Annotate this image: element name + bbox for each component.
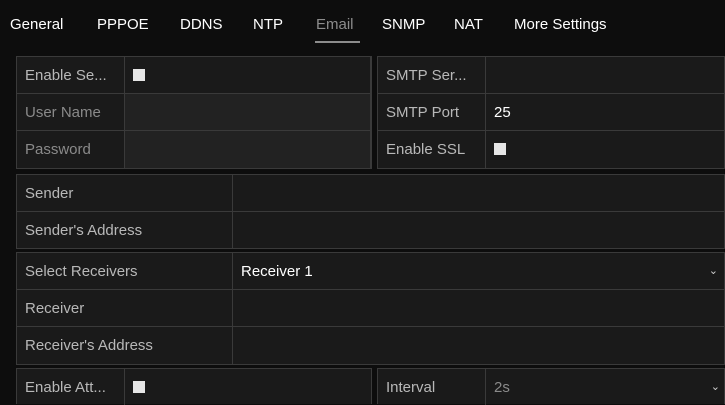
- tab-ddns[interactable]: DDNS: [180, 16, 223, 33]
- select-receivers-dropdown[interactable]: Receiver 1 ⌄: [233, 253, 724, 290]
- password-field[interactable]: [125, 131, 371, 168]
- sender-field[interactable]: [233, 175, 724, 212]
- tab-bar: General PPPOE DDNS NTP Email SNMP NAT Mo…: [0, 0, 725, 46]
- tab-general[interactable]: General: [10, 16, 63, 33]
- tab-snmp[interactable]: SNMP: [382, 16, 425, 33]
- enable-server-label: Enable Se...: [17, 57, 125, 94]
- receiver-field[interactable]: [233, 290, 724, 327]
- password-label: Password: [17, 131, 125, 168]
- enable-server-checkbox[interactable]: [133, 68, 145, 81]
- receiver-address-label: Receiver's Address: [17, 327, 233, 364]
- receiver-address-field[interactable]: [233, 327, 724, 364]
- smtp-port-field[interactable]: 25: [486, 94, 725, 131]
- chevron-down-icon: ⌄: [710, 381, 720, 393]
- interval-value: 2s: [494, 379, 510, 396]
- smtp-panel: SMTP Ser... SMTP Port 25 Enable SSL: [377, 56, 725, 169]
- sender-address-label: Sender's Address: [17, 212, 233, 249]
- tab-email[interactable]: Email: [316, 16, 354, 33]
- server-panel: Enable Se... User Name Password: [16, 56, 372, 169]
- chevron-down-icon: ⌄: [708, 265, 718, 277]
- smtp-port-label: SMTP Port: [378, 94, 486, 131]
- enable-ssl-checkbox[interactable]: [494, 142, 506, 155]
- enable-ssl-label: Enable SSL: [378, 131, 486, 168]
- attachment-panel: Enable Att...: [16, 368, 372, 405]
- tab-nat[interactable]: NAT: [454, 16, 483, 33]
- smtp-server-label: SMTP Ser...: [378, 57, 486, 94]
- enable-attach-cell: [125, 369, 371, 405]
- receivers-panel: Select Receivers Receiver 1 ⌄ Receiver R…: [16, 252, 725, 365]
- user-name-label: User Name: [17, 94, 125, 131]
- tab-more-settings[interactable]: More Settings: [514, 16, 607, 33]
- tab-ntp[interactable]: NTP: [253, 16, 283, 33]
- user-name-field[interactable]: [125, 94, 371, 131]
- sender-label: Sender: [17, 175, 233, 212]
- sender-panel: Sender Sender's Address: [16, 174, 725, 249]
- select-receivers-value: Receiver 1: [241, 263, 313, 280]
- active-tab-indicator: [315, 41, 360, 43]
- enable-attach-checkbox[interactable]: [133, 380, 145, 393]
- enable-ssl-cell: [486, 131, 725, 168]
- receiver-label: Receiver: [17, 290, 233, 327]
- select-receivers-label: Select Receivers: [17, 253, 233, 290]
- enable-server-cell: [125, 57, 371, 94]
- interval-dropdown[interactable]: 2s ⌄: [486, 369, 725, 405]
- tab-pppoe[interactable]: PPPOE: [97, 16, 149, 33]
- interval-label: Interval: [378, 369, 486, 405]
- interval-panel: Interval 2s ⌄: [377, 368, 725, 405]
- sender-address-field[interactable]: [233, 212, 724, 249]
- smtp-server-field[interactable]: [486, 57, 725, 94]
- enable-attach-label: Enable Att...: [17, 369, 125, 405]
